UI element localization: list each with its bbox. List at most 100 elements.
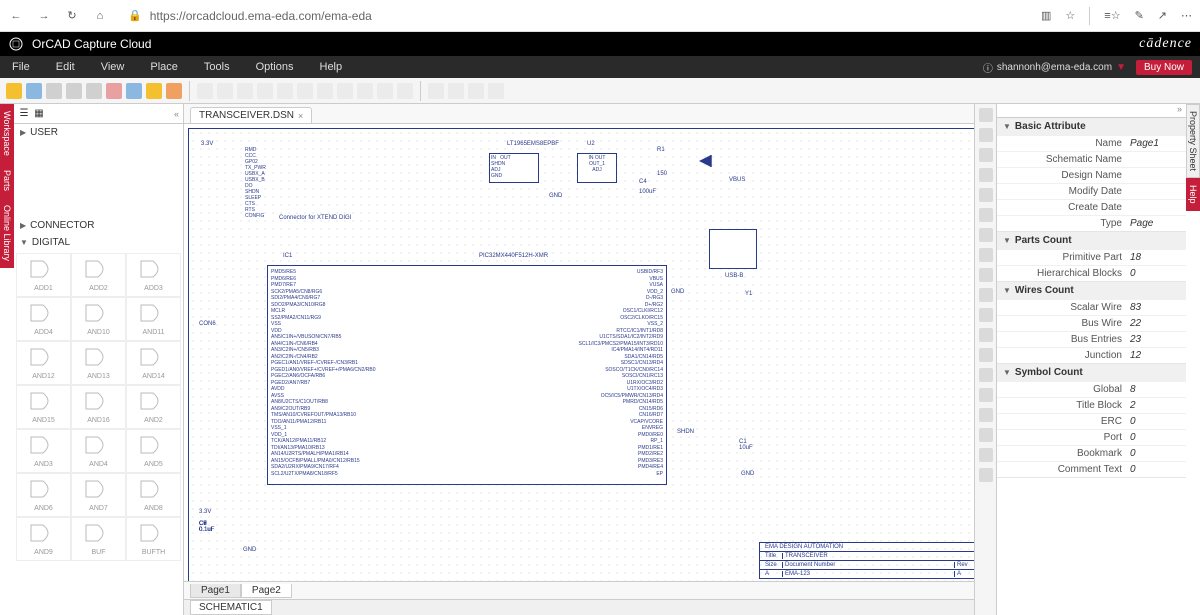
part-cell[interactable]: AND14: [126, 341, 181, 385]
props-collapse-icon[interactable]: »: [997, 104, 1186, 118]
part-cell[interactable]: AND10: [71, 297, 126, 341]
menu-file[interactable]: File: [8, 59, 34, 75]
toolbar-cut-icon[interactable]: [106, 83, 122, 99]
menu-place[interactable]: Place: [146, 59, 182, 75]
part-cell[interactable]: AND5: [126, 429, 181, 473]
part-cell[interactable]: AND4: [71, 429, 126, 473]
toolbar-text-icon[interactable]: [377, 83, 393, 99]
part-cell[interactable]: AND7: [71, 473, 126, 517]
browser-back[interactable]: ←: [8, 8, 24, 24]
part-cell[interactable]: AND9: [16, 517, 71, 561]
page-tab-2[interactable]: Page2: [241, 584, 292, 598]
vt-hier-icon[interactable]: [979, 288, 993, 302]
vt-junction-icon[interactable]: [979, 208, 993, 222]
vt-wire-icon[interactable]: [979, 148, 993, 162]
panel-collapse-icon[interactable]: «: [174, 109, 179, 119]
chip-u1[interactable]: IN OUTSHDNADJGND: [489, 153, 539, 183]
url-display[interactable]: https://orcadcloud.ema-eda.com/ema-eda: [150, 9, 372, 23]
part-cell[interactable]: AND8: [126, 473, 181, 517]
browser-reload[interactable]: ↻: [64, 8, 80, 24]
toolbar-port-icon[interactable]: [337, 83, 353, 99]
vt-ellipse-icon[interactable]: [979, 428, 993, 442]
part-cell[interactable]: ADD4: [16, 297, 71, 341]
user-info[interactable]: ⓘ shannonh@ema-eda.com ▼: [983, 60, 1126, 75]
prop-section-header[interactable]: ▼ Basic Attribute: [997, 118, 1186, 135]
vt-ground-icon[interactable]: [979, 268, 993, 282]
toolbar-zoomout-icon[interactable]: [448, 83, 464, 99]
part-cell[interactable]: ADD2: [71, 253, 126, 297]
toolbar-junction-icon[interactable]: [277, 83, 293, 99]
vt-text-icon[interactable]: [979, 468, 993, 482]
menu-options[interactable]: Options: [252, 59, 298, 75]
toolbar-saveall-icon[interactable]: [66, 83, 82, 99]
document-tab[interactable]: TRANSCEIVER.DSN ×: [190, 107, 312, 123]
part-cell[interactable]: AND11: [126, 297, 181, 341]
browser-forward[interactable]: →: [36, 8, 52, 24]
toolbar-ground-icon[interactable]: [317, 83, 333, 99]
toolbar-zoomfit-icon[interactable]: [468, 83, 484, 99]
more-icon[interactable]: ⋯: [1181, 9, 1192, 22]
part-cell[interactable]: AND3: [16, 429, 71, 473]
tree-user[interactable]: ▶ USER: [14, 124, 183, 141]
favorites-icon[interactable]: ≡☆: [1104, 9, 1120, 22]
sidetab-workspace[interactable]: Workspace: [0, 104, 14, 163]
part-cell[interactable]: ADD1: [16, 253, 71, 297]
toolbar-wire-icon[interactable]: [217, 83, 233, 99]
grid-view-icon[interactable]: ▦: [33, 108, 45, 120]
toolbar-zoomin-icon[interactable]: [428, 83, 444, 99]
close-icon[interactable]: ×: [298, 111, 303, 121]
sidetab-parts[interactable]: Parts: [0, 163, 14, 198]
sidetab-property-sheet[interactable]: Property Sheet: [1186, 104, 1200, 178]
vt-noerc-icon[interactable]: [979, 348, 993, 362]
toolbar-undo-icon[interactable]: [166, 83, 182, 99]
part-cell[interactable]: AND12: [16, 341, 71, 385]
vt-power-icon[interactable]: [979, 248, 993, 262]
schematic-canvas[interactable]: 3.3V RMDCCCGP02TX_PWRUSBX_AUSBX_BDOSHDNS…: [184, 124, 974, 581]
vt-offpage-icon[interactable]: [979, 328, 993, 342]
toolbar-zoomarea-icon[interactable]: [488, 83, 504, 99]
sidetab-help[interactable]: Help: [1186, 178, 1200, 211]
toolbar-print-icon[interactable]: [86, 83, 102, 99]
part-cell[interactable]: AND16: [71, 385, 126, 429]
toolbar-line-icon[interactable]: [397, 83, 413, 99]
menu-tools[interactable]: Tools: [200, 59, 234, 75]
toolbar-power-icon[interactable]: [297, 83, 313, 99]
schematic-tab-1[interactable]: SCHEMATIC1: [190, 600, 272, 615]
vt-line-icon[interactable]: [979, 368, 993, 382]
vt-part-icon[interactable]: [979, 128, 993, 142]
part-cell[interactable]: AND15: [16, 385, 71, 429]
menu-edit[interactable]: Edit: [52, 59, 79, 75]
vt-port-icon[interactable]: [979, 308, 993, 322]
toolbar-paste-icon[interactable]: [146, 83, 162, 99]
toolbar-copy-icon[interactable]: [126, 83, 142, 99]
toolbar-bus-icon[interactable]: [257, 83, 273, 99]
part-cell[interactable]: AND2: [126, 385, 181, 429]
part-cell[interactable]: AND13: [71, 341, 126, 385]
vt-bus-icon[interactable]: [979, 188, 993, 202]
usb-connector[interactable]: [709, 229, 757, 269]
browser-home[interactable]: ⌂: [92, 8, 108, 24]
tree-connector[interactable]: ▶ CONNECTOR: [14, 217, 183, 234]
toolbar-save-icon[interactable]: [46, 83, 62, 99]
prop-section-header[interactable]: ▼ Wires Count: [997, 282, 1186, 299]
vt-polyline-icon[interactable]: [979, 388, 993, 402]
part-cell[interactable]: ADD3: [126, 253, 181, 297]
prop-section-header[interactable]: ▼ Parts Count: [997, 232, 1186, 249]
vt-select-icon[interactable]: [979, 108, 993, 122]
menu-view[interactable]: View: [97, 59, 129, 75]
prop-section-header[interactable]: ▼ Symbol Count: [997, 364, 1186, 381]
toolbar-net-icon[interactable]: [237, 83, 253, 99]
sidetab-online-library[interactable]: Online Library: [0, 198, 14, 268]
schematic-page[interactable]: 3.3V RMDCCCGP02TX_PWRUSBX_AUSBX_BDOSHDNS…: [188, 128, 974, 581]
page-tab-1[interactable]: Page1: [190, 584, 241, 598]
share-icon[interactable]: ↗: [1158, 9, 1167, 22]
vt-rect-icon[interactable]: [979, 408, 993, 422]
pen-icon[interactable]: ✎: [1135, 9, 1144, 22]
vt-busentry-icon[interactable]: [979, 228, 993, 242]
list-view-icon[interactable]: ☰: [18, 108, 30, 120]
part-cell[interactable]: BUFTH: [126, 517, 181, 561]
part-cell[interactable]: BUF: [71, 517, 126, 561]
vt-arc-icon[interactable]: [979, 448, 993, 462]
toolbar-place-icon[interactable]: [197, 83, 213, 99]
part-cell[interactable]: AND6: [16, 473, 71, 517]
